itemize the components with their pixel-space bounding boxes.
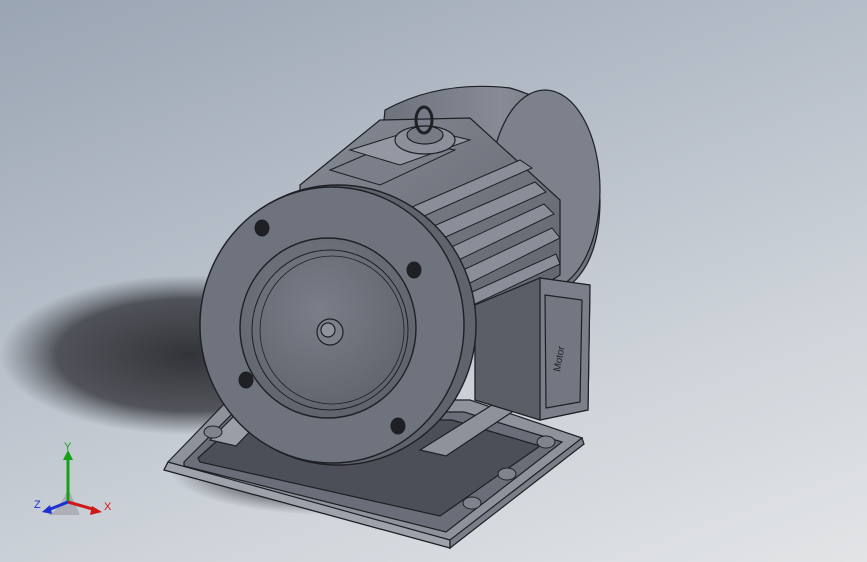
z-axis-label: Z [34,499,41,511]
z-axis-arrow [42,505,52,514]
x-axis-label: X [104,501,112,513]
coordinate-triad: Y X Z [34,441,112,515]
motor-model-scene[interactable]: Motor [0,0,867,562]
y-axis-label: Y [64,441,72,453]
terminal-box[interactable]: Motor [474,277,591,421]
graphics-viewport[interactable]: Motor Y X Z [0,0,867,562]
motor-shaft[interactable] [316,318,344,346]
x-axis-arrow [90,506,102,515]
